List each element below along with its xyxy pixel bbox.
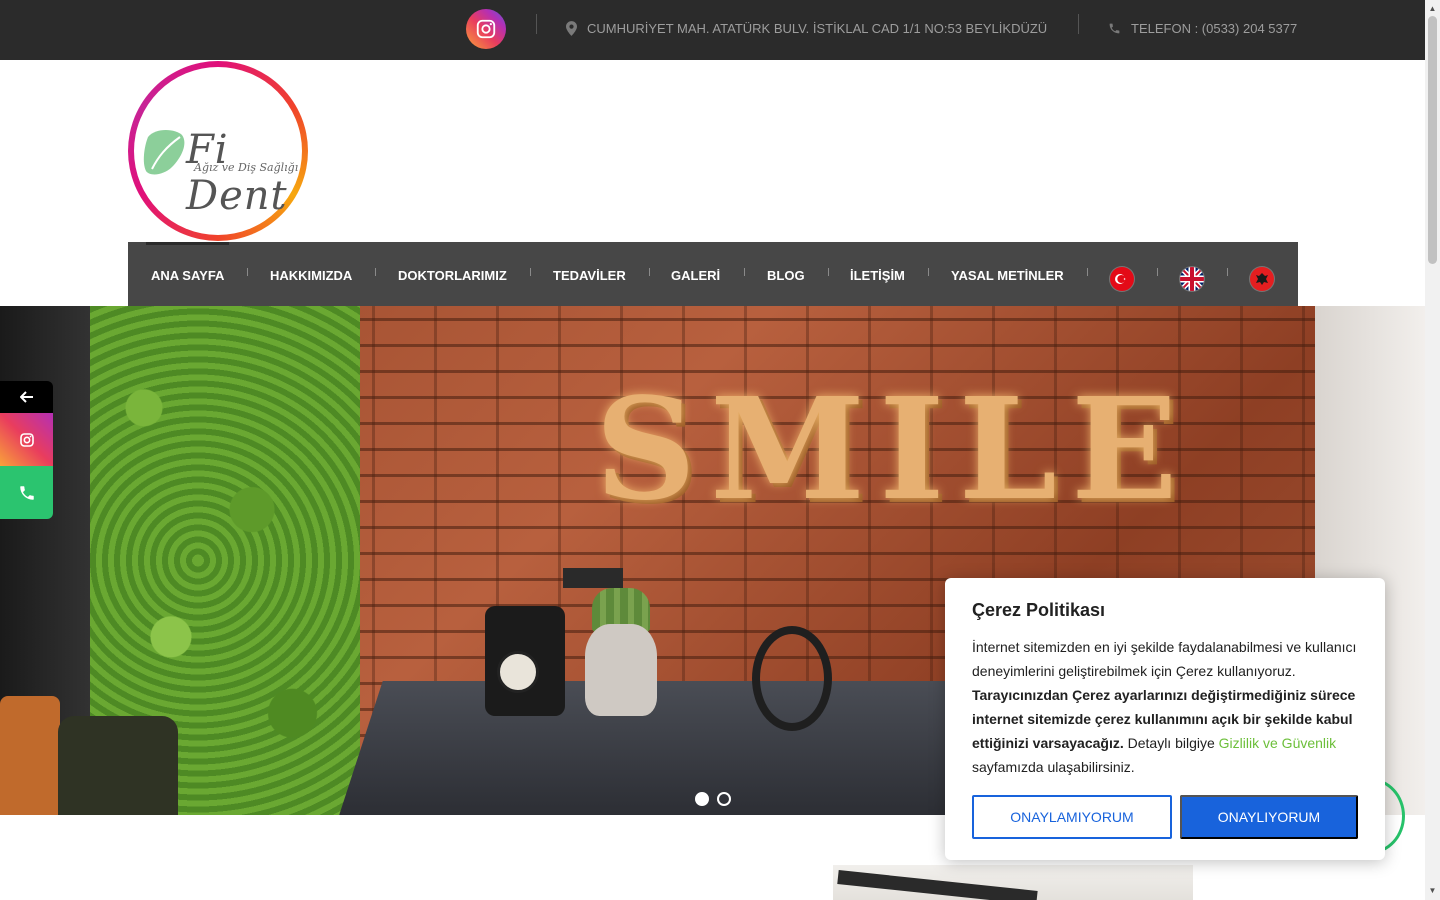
hero-sofa	[0, 696, 60, 815]
instagram-icon	[476, 19, 496, 39]
hero-clock	[497, 651, 539, 693]
side-phone-button[interactable]	[0, 466, 53, 519]
cookie-banner: Çerez Politikası İnternet sitemizden en …	[945, 578, 1385, 860]
cookie-text: İnternet sitemizden en iyi şekilde fayda…	[972, 635, 1358, 779]
slider-dot-1[interactable]	[695, 792, 709, 806]
address-text: CUMHURİYET MAH. ATATÜRK BULV. İSTİKLAL C…	[587, 21, 1048, 36]
albania-flag-icon[interactable]	[1250, 267, 1274, 291]
nav-divider	[649, 268, 650, 276]
uk-flag-icon[interactable]	[1180, 267, 1204, 291]
cookie-reject-button[interactable]: ONAYLAMIYORUM	[972, 795, 1172, 839]
nav-divider	[247, 268, 248, 276]
divider	[536, 14, 537, 34]
hero-outlet	[563, 568, 623, 588]
top-bar: CUMHURİYET MAH. ATATÜRK BULV. İSTİKLAL C…	[0, 0, 1425, 60]
map-marker-icon	[566, 21, 577, 36]
nav-item-tedaviler[interactable]: TEDAVİLER	[553, 268, 626, 283]
cookie-accept-button[interactable]: ONAYLIYORUM	[1180, 795, 1358, 839]
phone-icon	[1109, 23, 1120, 34]
site-logo[interactable]: Fi Dent Ağız ve Diş Sağlığı	[128, 61, 308, 241]
hero-ring-sculpture	[752, 626, 832, 731]
main-nav: ANA SAYFA HAKKIMIZDA DOKTORLARIMIZ TEDAV…	[128, 242, 1298, 306]
arrow-left-icon	[19, 391, 33, 403]
tooth-leaf-icon	[143, 130, 185, 175]
scroll-down-icon[interactable]: ▼	[1428, 886, 1437, 895]
turkey-flag-icon[interactable]	[1110, 267, 1134, 291]
side-collapse-button[interactable]	[0, 381, 53, 413]
scroll-up-icon[interactable]: ▲	[1428, 4, 1437, 13]
nav-item-hakkimizda[interactable]: HAKKIMIZDA	[270, 268, 352, 283]
nav-item-doktorlarimiz[interactable]: DOKTORLARIMIZ	[398, 268, 507, 283]
logo-inner: Fi Dent Ağız ve Diş Sağlığı	[134, 67, 302, 235]
phone-icon	[19, 485, 34, 500]
nav-divider	[1087, 268, 1088, 276]
nav-active-indicator	[146, 242, 229, 245]
nav-divider	[928, 268, 929, 276]
cookie-text-2: Detaylı bilgiye	[1127, 735, 1215, 751]
side-instagram-button[interactable]	[0, 413, 53, 466]
nav-divider	[375, 268, 376, 276]
nav-item-ana-sayfa[interactable]: ANA SAYFA	[151, 268, 224, 283]
hero-bust	[585, 624, 657, 716]
instagram-icon	[19, 432, 34, 447]
cookie-text-1: İnternet sitemizden en iyi şekilde fayda…	[972, 639, 1357, 679]
phone-text: TELEFON : (0533) 204 5377	[1131, 21, 1298, 36]
phone-info[interactable]: TELEFON : (0533) 204 5377	[1108, 21, 1297, 36]
hero-smile-sign: SMILE	[595, 368, 1192, 532]
nav-item-yasal-metinler[interactable]: YASAL METİNLER	[951, 268, 1064, 283]
nav-divider	[1157, 268, 1158, 276]
hero-chair	[58, 716, 178, 815]
privacy-link[interactable]: Gizlilik ve Güvenlik	[1219, 735, 1336, 751]
nav-divider	[530, 268, 531, 276]
logo-subtitle: Ağız ve Diş Sağlığı	[194, 161, 299, 174]
instagram-link[interactable]	[466, 9, 506, 49]
nav-item-blog[interactable]: BLOG	[767, 268, 805, 283]
nav-divider	[744, 268, 745, 276]
address-info: CUMHURİYET MAH. ATATÜRK BULV. İSTİKLAL C…	[566, 21, 1047, 36]
nav-item-iletisim[interactable]: İLETİŞİM	[850, 268, 905, 283]
nav-divider	[828, 268, 829, 276]
nav-divider	[1227, 268, 1228, 276]
scrollbar-thumb[interactable]	[1428, 16, 1437, 264]
slider-dot-2[interactable]	[717, 792, 731, 806]
nav-item-galeri[interactable]: GALERİ	[671, 268, 720, 283]
cookie-title: Çerez Politikası	[972, 600, 1106, 620]
cookie-text-3: sayfamızda ulaşabilirsiniz.	[972, 759, 1135, 775]
divider	[1078, 14, 1079, 34]
